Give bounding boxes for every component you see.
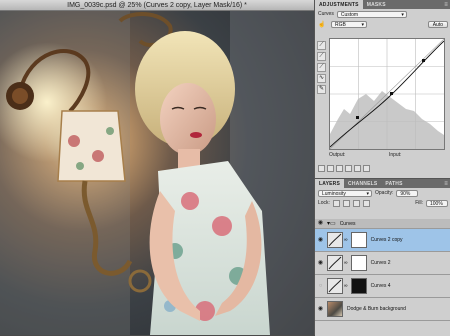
curve-tools: ⟋ ⟋ ⟋ ∿ ✎ [317,41,327,96]
tab-masks[interactable]: MASKS [363,0,390,9]
tab-adjustments[interactable]: ADJUSTMENTS [315,0,363,9]
chain-link-icon[interactable]: ∞ [344,260,348,266]
layers-tabs: LAYERS CHANNELS PATHS ≡ [315,179,450,188]
chain-link-icon[interactable]: ∞ [344,237,348,243]
layer-name: Curves 2 copy [370,237,403,243]
curves-thumb-icon [328,233,342,247]
output-label: Output: [329,152,346,158]
layer-name: Curves 2 [370,260,391,266]
return-arrow-icon[interactable] [318,164,325,172]
layer-row[interactable]: ◉ ▾▭ Curves [315,219,450,229]
fill-label: Fill: [415,200,423,206]
opacity-label: Opacity: [375,190,394,196]
fill-field[interactable]: 100% [426,199,448,207]
channel-dropdown[interactable]: RGB ▾ [331,20,367,28]
layer-row[interactable]: ○ ∞ Curves 4 [315,275,450,298]
adjustments-tabs: ADJUSTMENTS MASKS ≡ [315,0,450,9]
clip-to-layer-icon[interactable] [327,164,334,172]
lock-label: Lock: [318,200,330,206]
eye-icon[interactable]: ◉ [316,236,325,245]
eye-icon[interactable]: ◉ [316,259,325,268]
layers-panel: LAYERS CHANNELS PATHS ≡ Luminosity ▾ Opa… [315,178,450,336]
panel-title: Curves [318,11,334,17]
document-title: IMG_0039c.psd @ 25% (Curves 2 copy, Laye… [67,1,247,9]
auto-button[interactable]: Auto [427,20,448,28]
document-title-bar: IMG_0039c.psd @ 25% (Curves 2 copy, Laye… [0,0,314,11]
lock-position-icon[interactable] [352,199,360,207]
preset-value: Custom [340,11,359,18]
lock-transparency-icon[interactable] [332,199,340,207]
pixel-layer-thumbnail [327,301,343,317]
opacity-value: 90% [400,190,411,197]
layer-name: Dodge & Burn background [347,306,406,312]
pencil-icon[interactable]: ✎ [317,85,326,94]
eye-icon[interactable]: ◉ [316,219,325,228]
eyedropper-gray-icon[interactable]: ⟋ [317,52,326,61]
curves-thumb-icon [328,256,342,270]
curves-adjustment-thumbnail [327,255,343,271]
layer-mask-thumbnail[interactable] [350,255,367,271]
input-label: Input: [388,152,402,158]
layer-row[interactable]: ◉ Dodge & Burn background [315,298,450,321]
lock-all-icon[interactable] [362,199,370,207]
blend-mode-dropdown[interactable]: Luminosity ▾ [318,189,372,197]
previous-state-icon[interactable] [345,164,352,172]
lock-pixels-icon[interactable] [342,199,350,207]
tab-layers[interactable]: LAYERS [315,179,345,188]
curves-header-row: Curves Custom ▾ [315,9,450,19]
layer-row[interactable]: ◉ ∞ Curves 2 [315,252,450,275]
curve-point-tool-icon[interactable]: ∿ [317,74,326,83]
hand-adjust-icon[interactable]: ☝ [318,21,328,28]
blend-row: Luminosity ▾ Opacity: 90% [315,188,450,198]
chevron-down-icon: ▾ [361,21,364,28]
chevron-down-icon: ▾ [366,190,369,197]
eye-hidden-icon[interactable]: ○ [316,282,325,291]
curves-graph[interactable] [329,38,445,150]
eye-icon[interactable]: ◉ [316,305,325,314]
curves-adjustment-thumbnail [327,278,343,294]
chain-link-icon[interactable]: ∞ [344,283,348,289]
layer-list: ◉ ▾▭ Curves ◉ ∞ Curves 2 copy ◉ ∞ Curves… [315,219,450,321]
preset-dropdown[interactable]: Custom ▾ [336,10,407,18]
chevron-down-icon: ▾ [401,11,404,18]
trash-icon[interactable] [363,164,370,172]
eyedropper-black-icon[interactable]: ⟋ [317,41,326,50]
panel-menu-icon[interactable]: ≡ [441,180,450,188]
lock-row: Lock: Fill: 100% [315,198,450,208]
layer-mask-thumbnail[interactable] [350,232,367,248]
eye-icon[interactable] [336,164,343,172]
channel-value: RGB [335,21,346,28]
curves-plot [329,38,445,150]
channel-row: ☝ RGB ▾ Auto [315,19,450,29]
layer-mask-thumbnail[interactable] [350,278,367,294]
image-canvas[interactable] [0,11,314,335]
layer-row[interactable]: ◉ ∞ Curves 2 copy [315,229,450,252]
curve-io-labels: Output: Input: [329,152,445,158]
right-panel-dock: ADJUSTMENTS MASKS ≡ Curves Custom ▾ ☝ RG… [314,0,450,336]
reset-icon[interactable] [354,164,361,172]
fill-value: 100% [430,200,443,207]
tab-channels[interactable]: CHANNELS [344,179,381,188]
photo-artwork [0,11,314,335]
layer-name: Curves [339,220,356,227]
folder-icon: ▾▭ [327,221,336,227]
eyedropper-white-icon[interactable]: ⟋ [317,63,326,72]
blend-mode-value: Luminosity [322,190,346,197]
opacity-field[interactable]: 90% [396,189,419,197]
curves-adjustment-thumbnail [327,232,343,248]
layer-name: Curves 4 [370,283,391,289]
adjustment-footer [315,162,450,174]
tab-paths[interactable]: PATHS [381,179,406,188]
panel-menu-icon[interactable]: ≡ [441,1,450,9]
curves-thumb-icon [328,279,342,293]
